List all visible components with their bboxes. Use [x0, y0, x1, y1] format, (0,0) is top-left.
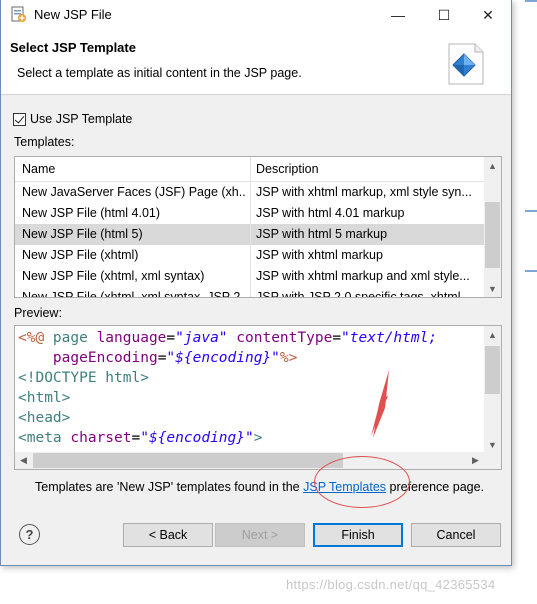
new-jsp-file-dialog: New JSP File — ☐ ✕ Select JSP Template S… [0, 0, 512, 566]
code-token: <html> [18, 390, 71, 406]
annotation-arrow-icon [371, 370, 389, 438]
code-token: page [52, 330, 97, 346]
wizard-banner-icon [448, 43, 484, 85]
banner-title: Select JSP Template [10, 40, 136, 55]
template-description-cell: JSP with html 5 markup [256, 227, 388, 241]
code-token: <!DOCTYPE html> [18, 370, 149, 386]
finish-button[interactable]: Finish [313, 523, 403, 547]
window-title: New JSP File [34, 7, 112, 22]
watermark: https://blog.csdn.net/qq_42365534 [286, 577, 496, 592]
scroll-left-icon[interactable]: ◀ [15, 452, 32, 469]
maximize-button[interactable]: ☐ [421, 0, 467, 30]
template-description-cell: JSP with xhtml markup and xml style... [256, 269, 470, 283]
template-name-cell: New JSP File (xhtml, xml syntax, JSP 2..… [22, 290, 246, 298]
scroll-up-icon[interactable]: ▲ [484, 157, 501, 174]
use-template-checkbox-row[interactable]: Use JSP Template [13, 112, 132, 126]
code-token: pageEncoding [52, 350, 158, 366]
scroll-corner [484, 452, 501, 469]
editor-mark [525, 0, 537, 2]
scroll-right-icon[interactable]: ▶ [467, 452, 484, 469]
code-token: "${encoding}" [166, 350, 280, 366]
template-description-cell: JSP with JSP 2.0 specific tags, xhtml... [256, 290, 471, 298]
title-bar: New JSP File — ☐ ✕ [1, 0, 511, 30]
template-description-cell: JSP with xhtml markup [256, 248, 383, 262]
code-token: "java" [175, 330, 228, 346]
scroll-down-icon[interactable]: ▼ [484, 436, 501, 453]
template-name-cell: New JSP File (html 5) [22, 227, 143, 241]
code-token: > [253, 430, 263, 446]
wizard-banner: Select JSP Template Select a template as… [1, 30, 511, 95]
code-token: contentType [236, 330, 333, 346]
scroll-thumb[interactable] [485, 346, 500, 394]
close-button[interactable]: ✕ [465, 0, 511, 30]
back-button[interactable]: < Back [123, 523, 213, 547]
help-icon[interactable]: ? [19, 524, 40, 545]
banner-description: Select a template as initial content in … [17, 66, 302, 80]
code-token: = [131, 430, 141, 446]
jsp-file-icon [11, 6, 26, 22]
scroll-down-icon[interactable]: ▼ [484, 280, 501, 297]
preview-code-area[interactable]: <%@ page language="java" contentType="te… [14, 325, 502, 470]
minimize-button[interactable]: — [375, 0, 421, 30]
template-description-cell: JSP with html 4.01 markup [256, 206, 405, 220]
use-template-checkbox[interactable] [13, 112, 26, 126]
template-name-cell: New JSP File (xhtml) [22, 248, 139, 262]
editor-mark [525, 210, 537, 212]
cancel-button[interactable]: Cancel [411, 523, 501, 547]
column-header-name[interactable]: Name [22, 162, 55, 176]
templates-vertical-scrollbar[interactable]: ▲ ▼ [484, 157, 501, 297]
code-token: = [332, 330, 342, 346]
template-description-cell: JSP with xhtml markup, xml style syn... [256, 185, 472, 199]
templates-label: Templates: [14, 135, 75, 149]
template-name-cell: New JSP File (xhtml, xml syntax) [22, 269, 205, 283]
scroll-thumb[interactable] [33, 453, 343, 468]
preview-vertical-scrollbar[interactable]: ▲ ▼ [484, 326, 501, 453]
code-token: "${encoding}" [140, 430, 254, 446]
code-token: language [96, 330, 167, 346]
column-divider [250, 157, 251, 297]
scroll-thumb[interactable] [485, 202, 500, 268]
preview-horizontal-scrollbar[interactable]: ◀ ▶ [15, 452, 484, 469]
scroll-up-icon[interactable]: ▲ [484, 326, 501, 343]
next-button[interactable]: Next > [215, 523, 305, 547]
preview-label: Preview: [14, 306, 62, 320]
code-line: <%@ page language="java" contentType="te… [18, 328, 437, 348]
code-token: <%@ [18, 330, 53, 346]
code-token: %> [279, 350, 298, 366]
code-line: pageEncoding="${encoding}"%> [18, 348, 437, 368]
use-template-label: Use JSP Template [30, 112, 133, 126]
button-bar: ? < Back Next > Finish Cancel [1, 505, 511, 565]
column-header-description[interactable]: Description [256, 162, 319, 176]
info-prefix: Templates are 'New JSP' templates found … [35, 480, 304, 494]
annotation-ellipse [314, 456, 410, 508]
code-token: <meta [18, 430, 71, 446]
code-token: "text/html; [341, 330, 438, 346]
templates-table[interactable]: Name Description New JavaServer Faces (J… [14, 156, 502, 298]
background-editor-strip [512, 0, 537, 604]
code-token: charset [70, 430, 132, 446]
template-name-cell: New JavaServer Faces (JSF) Page (xh... [22, 185, 246, 199]
template-name-cell: New JSP File (html 4.01) [22, 206, 161, 220]
code-token: <head> [18, 410, 71, 426]
editor-mark [525, 270, 537, 272]
templates-info-text: Templates are 'New JSP' templates found … [35, 480, 484, 494]
code-token: = [166, 330, 176, 346]
